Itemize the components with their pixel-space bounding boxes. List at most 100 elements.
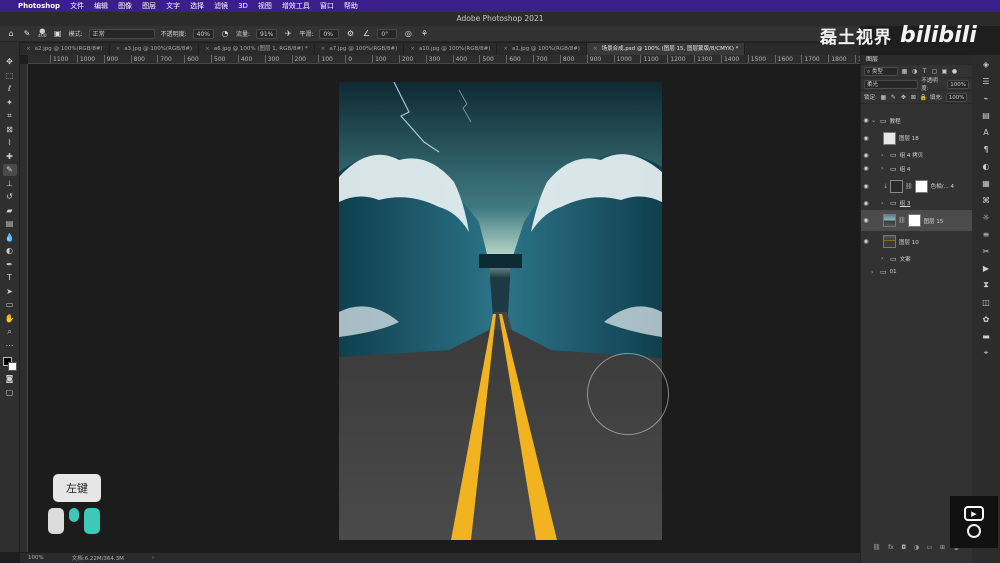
mask-thumbnail[interactable] bbox=[914, 179, 928, 193]
visibility-eye-icon[interactable]: ◉ bbox=[861, 200, 871, 207]
zoom-tool-icon[interactable]: ⌕ bbox=[3, 326, 17, 338]
adjustment-filter-icon[interactable]: ◑ bbox=[911, 68, 918, 75]
color-icon[interactable]: ◐ bbox=[979, 159, 993, 173]
layers-icon[interactable]: ◈ bbox=[979, 57, 993, 71]
menu-3d[interactable]: 3D bbox=[238, 2, 248, 10]
panel-opacity-input[interactable]: 100% bbox=[947, 79, 969, 89]
menu-app[interactable]: Photoshop bbox=[18, 2, 60, 10]
new-adjustment-icon[interactable]: ◑ bbox=[914, 544, 919, 551]
menu-window[interactable]: 窗口 bbox=[320, 1, 334, 11]
properties-icon[interactable]: ▤ bbox=[979, 108, 993, 122]
bilibili-tv-icon[interactable]: ▶ bbox=[950, 496, 998, 548]
close-icon[interactable]: × bbox=[503, 46, 508, 52]
mode-select[interactable]: 正常 bbox=[88, 28, 155, 39]
visibility-eye-icon[interactable]: ◉ bbox=[861, 135, 871, 142]
menu-type[interactable]: 文字 bbox=[166, 1, 180, 11]
new-layer-icon[interactable]: ⊞ bbox=[940, 544, 945, 551]
gear-icon[interactable]: ⚙ bbox=[345, 29, 355, 39]
fx-icon[interactable]: fx bbox=[888, 544, 894, 551]
chevron-right-icon[interactable]: › bbox=[881, 255, 887, 262]
frame-tool-icon[interactable]: ⊠ bbox=[3, 124, 17, 136]
quick-mask-icon[interactable]: ◙ bbox=[3, 373, 17, 385]
flow-input[interactable]: 91% bbox=[256, 28, 278, 39]
visibility-eye-icon[interactable]: ◉ bbox=[861, 165, 871, 172]
filter-toggle-icon[interactable]: ● bbox=[951, 68, 958, 75]
adjustments-icon[interactable]: ☼ bbox=[979, 210, 993, 224]
tab-a10[interactable]: × a10.jpg @ 100%(RGB/8#) bbox=[404, 43, 498, 55]
close-icon[interactable]: × bbox=[321, 46, 326, 52]
close-icon[interactable]: × bbox=[593, 46, 598, 52]
visibility-eye-icon[interactable]: ◉ bbox=[861, 238, 871, 245]
brush-tool-icon[interactable]: ✎ bbox=[22, 29, 32, 39]
home-icon[interactable]: ⌂ bbox=[6, 29, 16, 39]
fill-input[interactable]: 100% bbox=[945, 92, 968, 102]
chevron-right-icon[interactable]: › bbox=[881, 200, 887, 207]
more-tools-icon[interactable]: ⋯ bbox=[3, 340, 17, 352]
add-mask-icon[interactable]: ◘ bbox=[901, 544, 906, 551]
lock-all-icon[interactable]: 🔒 bbox=[920, 94, 927, 101]
eraser-tool-icon[interactable]: ▰ bbox=[3, 205, 17, 217]
type-tool-icon[interactable]: T bbox=[3, 272, 17, 284]
pen-tool-icon[interactable]: ✒ bbox=[3, 259, 17, 271]
quick-select-tool-icon[interactable]: ✦ bbox=[3, 97, 17, 109]
visibility-eye-icon[interactable]: ◉ bbox=[861, 117, 871, 124]
menu-select[interactable]: 选择 bbox=[190, 1, 204, 11]
tab-a2[interactable]: × a2.jpg @ 100%(RGB/8#) bbox=[20, 43, 110, 55]
channels-icon[interactable]: ☰ bbox=[979, 74, 993, 88]
blur-tool-icon[interactable]: 💧 bbox=[3, 232, 17, 244]
tab-a6[interactable]: × a6.jpg @ 100% (图层 1, RGB/8#) * bbox=[199, 43, 315, 55]
layer-item-hue-saturation-4[interactable]: ◉ ↓ ⛓ 色相/... 4 bbox=[861, 176, 972, 197]
menu-plugins[interactable]: 增效工具 bbox=[282, 1, 310, 11]
actions-icon[interactable]: ▶ bbox=[979, 261, 993, 275]
path-select-tool-icon[interactable]: ➤ bbox=[3, 286, 17, 298]
layers-panel-title[interactable]: 图层 bbox=[861, 55, 972, 65]
angle-input[interactable]: 0° bbox=[377, 28, 398, 39]
status-menu-arrow[interactable]: › bbox=[152, 555, 154, 561]
pressure-size-icon[interactable]: ◎ bbox=[403, 29, 413, 39]
lock-position-icon[interactable]: ✥ bbox=[900, 94, 907, 101]
layer-item-copywriting[interactable]: › ▭ 文案 bbox=[861, 252, 972, 266]
gradients-icon[interactable]: ▬ bbox=[979, 329, 993, 343]
screen-mode-icon[interactable]: ▢ bbox=[3, 387, 17, 399]
menu-image[interactable]: 图像 bbox=[118, 1, 132, 11]
airbrush-icon[interactable]: ✈ bbox=[283, 29, 293, 39]
tab-a3[interactable]: × a3.jpg @ 100%(RGB/8#) bbox=[110, 43, 200, 55]
opacity-input[interactable]: 40% bbox=[192, 28, 214, 39]
layer-item-layer-10[interactable]: ◉ 图层 10 bbox=[861, 231, 972, 252]
menu-file[interactable]: 文件 bbox=[70, 1, 84, 11]
menu-view[interactable]: 视图 bbox=[258, 1, 272, 11]
tab-a7[interactable]: × a7.jpg @ 100%(RGB/8#) bbox=[315, 43, 405, 55]
lock-artboard-icon[interactable]: ⊠ bbox=[910, 94, 917, 101]
tab-scene-composite[interactable]: × 场景合成.psd @ 100% (图层 15, 图层蒙版/8/CMYK) * bbox=[586, 43, 746, 55]
pixel-filter-icon[interactable]: ▦ bbox=[901, 68, 908, 75]
styles-icon[interactable]: ◫ bbox=[979, 295, 993, 309]
layer-item-layer-15[interactable]: ◉ ⛓ 图层 15 bbox=[861, 210, 972, 231]
gradient-tool-icon[interactable]: ▤ bbox=[3, 218, 17, 230]
close-icon[interactable]: × bbox=[205, 46, 210, 52]
menu-filter[interactable]: 滤镜 bbox=[214, 1, 228, 11]
chevron-right-icon[interactable]: › bbox=[871, 269, 877, 276]
smoothing-input[interactable]: 0% bbox=[319, 28, 340, 39]
brush-settings-icon[interactable]: ▣ bbox=[53, 29, 63, 39]
brush-tool-icon[interactable]: ✎ bbox=[2, 164, 17, 176]
link-icon[interactable]: ⛓ bbox=[905, 183, 913, 190]
swatches-icon[interactable]: ▦ bbox=[979, 176, 993, 190]
crop-tool-icon[interactable]: ⌗ bbox=[3, 110, 17, 122]
smart-filter-icon[interactable]: ▣ bbox=[941, 68, 948, 75]
type-filter-icon[interactable]: T bbox=[921, 68, 928, 75]
menu-help[interactable]: 帮助 bbox=[344, 1, 358, 11]
layer-item-layer-18[interactable]: ◉ 图层 18 bbox=[861, 128, 972, 149]
paths-icon[interactable]: ⌁ bbox=[979, 91, 993, 105]
shape-filter-icon[interactable]: ▢ bbox=[931, 68, 938, 75]
patterns-icon[interactable]: ✿ bbox=[979, 312, 993, 326]
blend-mode-select[interactable]: 柔光 bbox=[864, 79, 919, 89]
canvas-area[interactable] bbox=[28, 64, 860, 552]
layer-item-01[interactable]: › ▭ 01 bbox=[861, 266, 972, 280]
layer-filter-select[interactable]: ⌕ 类型 bbox=[864, 66, 898, 76]
link-icon[interactable]: ⛓ bbox=[898, 217, 906, 224]
lock-transparent-icon[interactable]: ▦ bbox=[880, 94, 887, 101]
new-group-icon[interactable]: ▭ bbox=[927, 544, 933, 551]
dodge-tool-icon[interactable]: ◐ bbox=[3, 245, 17, 257]
layer-item-group-4[interactable]: ◉ › ▭ 组 4 bbox=[861, 162, 972, 176]
move-tool-icon[interactable]: ✥ bbox=[3, 56, 17, 68]
